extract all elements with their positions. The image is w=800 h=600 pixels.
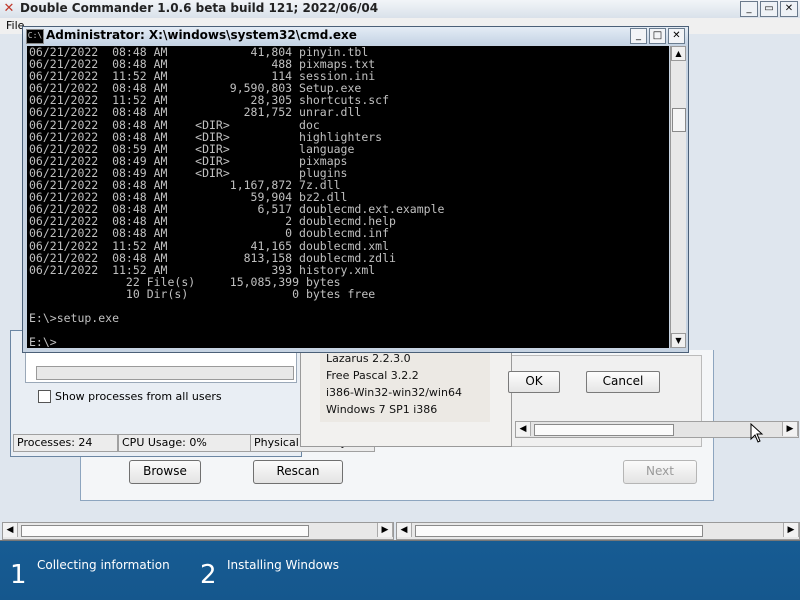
cmd-prompt-icon: C:\ <box>26 29 44 44</box>
about-lazarus-version: Lazarus 2.2.3.0 <box>326 352 411 365</box>
scroll-down-arrow-icon[interactable]: ▼ <box>671 333 686 348</box>
console-scroll-thumb[interactable] <box>672 108 686 132</box>
double-commander-logo-icon: ✕ <box>3 1 15 16</box>
about-os: Windows 7 SP1 i386 <box>326 403 438 416</box>
about-platform: i386-Win32-win32/win64 <box>326 386 462 399</box>
dc-window-title: Double Commander 1.0.6 beta build 121; 2… <box>20 1 379 15</box>
scroll-left-arrow-icon[interactable]: ◀ <box>3 523 18 537</box>
maximize-button[interactable]: □ <box>649 28 666 44</box>
step-label: Collecting information <box>37 558 170 572</box>
cmd-titlebar: C:\ Administrator: X:\windows\system32\c… <box>23 27 688 45</box>
minimize-button[interactable]: _ <box>630 28 647 44</box>
browse-button[interactable]: Browse <box>129 460 201 484</box>
close-button[interactable]: ✕ <box>780 1 798 17</box>
scroll-right-arrow-icon[interactable]: ▶ <box>783 523 799 537</box>
right-panel-hscrollbar[interactable]: ◀ ▶ <box>396 522 800 540</box>
mouse-cursor-icon <box>750 423 764 443</box>
console-line: E:\>_ <box>29 335 64 348</box>
cmd-window-controls: _ □ ✕ <box>630 28 685 44</box>
restore-button[interactable]: ▭ <box>760 1 778 17</box>
scroll-right-arrow-icon[interactable]: ▶ <box>377 523 393 537</box>
scroll-left-arrow-icon[interactable]: ◀ <box>516 422 531 436</box>
dc-window-controls: _ ▭ ✕ <box>740 1 798 17</box>
minimize-button[interactable]: _ <box>740 1 758 17</box>
cmd-window-title: Administrator: X:\windows\system32\cmd.e… <box>46 28 357 42</box>
right-panel-scroll-thumb[interactable] <box>415 525 703 537</box>
show-all-processes-checkbox[interactable] <box>38 390 51 403</box>
step-number: 2 <box>200 560 217 590</box>
step-label: Installing Windows <box>227 558 340 572</box>
about-scroll-thumb[interactable] <box>534 424 674 436</box>
console-text: 06/21/2022 08:48 AM 41,804 pinyin.tbl 06… <box>29 46 444 348</box>
close-button[interactable]: ✕ <box>668 28 685 44</box>
step-number: 1 <box>10 560 27 590</box>
dc-titlebar: ✕ Double Commander 1.0.6 beta build 121;… <box>0 0 800 19</box>
scroll-left-arrow-icon[interactable]: ◀ <box>397 523 412 537</box>
console-line: E:\>setup.exe <box>29 311 120 326</box>
console-output[interactable]: 06/21/2022 08:48 AM 41,804 pinyin.tbl 06… <box>27 46 669 348</box>
console-vscrollbar[interactable]: ▲ ▼ <box>670 46 686 348</box>
about-fpc-version: Free Pascal 3.2.2 <box>326 369 419 382</box>
left-panel-scroll-thumb[interactable] <box>21 525 309 537</box>
show-all-processes-label: Show processes from all users <box>55 390 222 403</box>
left-panel-hscrollbar[interactable]: ◀ ▶ <box>2 522 394 540</box>
scroll-right-arrow-icon[interactable]: ▶ <box>782 422 798 436</box>
status-cpu: CPU Usage: 0% <box>118 434 251 452</box>
cancel-button[interactable]: Cancel <box>586 371 660 393</box>
ok-button[interactable]: OK <box>508 371 560 393</box>
cmd-window: C:\ Administrator: X:\windows\system32\c… <box>22 26 689 353</box>
rescan-button[interactable]: Rescan <box>253 460 343 484</box>
process-list-hscrollbar[interactable] <box>36 366 294 380</box>
status-processes: Processes: 24 <box>13 434 118 452</box>
console-line: 10 Dir(s) 0 bytes free <box>125 286 376 301</box>
scroll-up-arrow-icon[interactable]: ▲ <box>671 46 686 61</box>
next-button[interactable]: Next <box>623 460 697 484</box>
